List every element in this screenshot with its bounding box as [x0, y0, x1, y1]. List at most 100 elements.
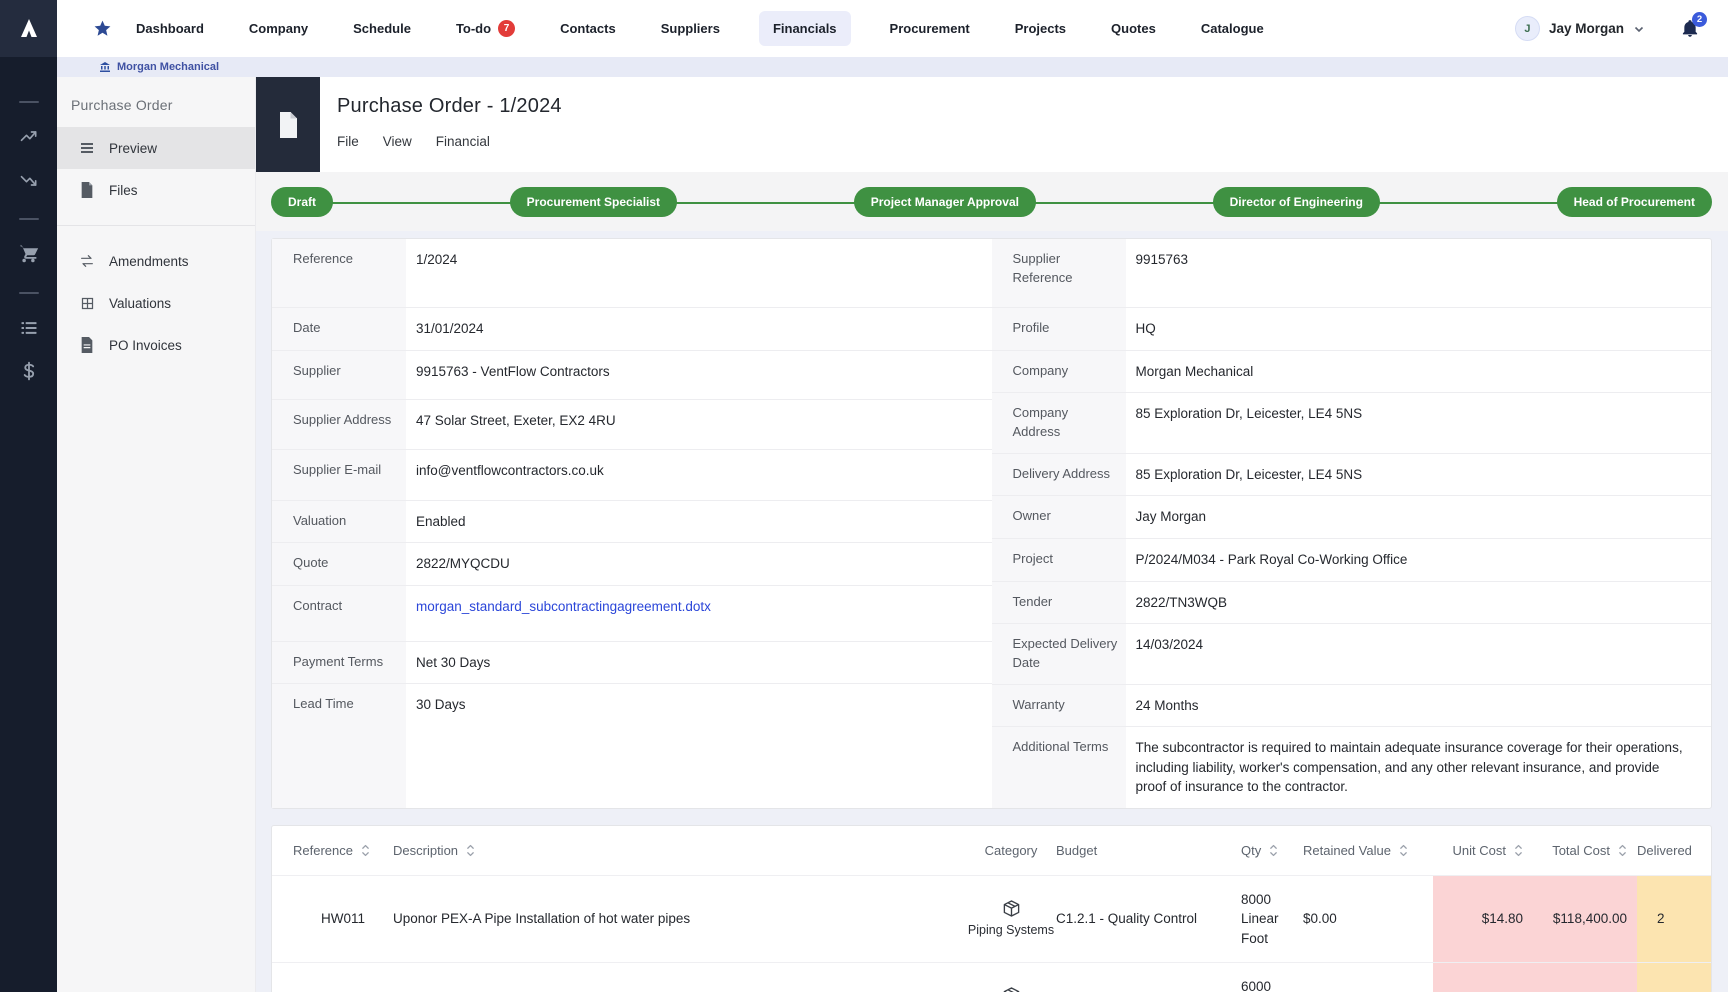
- workflow-stage-director-of-engineering[interactable]: Director of Engineering: [1213, 187, 1380, 217]
- cell-retained-value: $0.00: [1303, 876, 1433, 962]
- details-row-contract: Contractmorgan_standard_subcontractingag…: [272, 585, 992, 641]
- workflow-stage-procurement-specialist[interactable]: Procurement Specialist: [510, 187, 677, 217]
- workflow-stage-head-of-procurement[interactable]: Head of Procurement: [1557, 187, 1712, 217]
- cart-icon[interactable]: [0, 241, 57, 271]
- nav-item-label: Dashboard: [136, 21, 204, 36]
- details-value: 9915763 - VentFlow Contractors: [406, 351, 992, 399]
- column-header-label: Reference: [293, 843, 353, 858]
- details-value: 2822/TN3WQB: [1126, 582, 1712, 624]
- nav-item-procurement[interactable]: Procurement: [884, 11, 976, 46]
- nav-item-suppliers[interactable]: Suppliers: [655, 11, 726, 46]
- details-row-owner: OwnerJay Morgan: [992, 495, 1712, 538]
- column-header-reference[interactable]: Reference: [293, 826, 393, 875]
- nav-item-catalogue[interactable]: Catalogue: [1195, 11, 1270, 46]
- column-header-delivered[interactable]: Delivered: [1637, 826, 1712, 875]
- sidebar-item-po-invoices[interactable]: PO Invoices: [57, 324, 255, 366]
- page-title: Purchase Order - 1/2024: [337, 95, 562, 118]
- workflow-stage-draft[interactable]: Draft: [271, 187, 333, 217]
- menu-financial[interactable]: Financial: [436, 134, 490, 149]
- top-nav-bar: Dashboard Company Schedule To-do7 Contacts Su…: [57, 0, 1728, 57]
- details-label: Supplier Reference: [992, 239, 1126, 307]
- chart-down-icon[interactable]: [0, 167, 57, 197]
- nav-item-financials[interactable]: Financials: [759, 11, 851, 46]
- details-label: Tender: [992, 582, 1126, 624]
- qty-text: 6000 Linear Foot: [1241, 977, 1293, 992]
- chart-up-icon: [19, 127, 39, 152]
- chevron-down-icon[interactable]: [1633, 23, 1645, 35]
- nav-item-to-do[interactable]: To-do7: [450, 10, 521, 47]
- details-label: Additional Terms: [992, 727, 1126, 808]
- cell-qty: 6000 Linear Foot: [1241, 963, 1303, 992]
- column-header-total-cost[interactable]: Total Cost: [1533, 826, 1637, 875]
- table-row-cw012[interactable]: CW012Aquatherm Green Pipe Installation o…: [272, 962, 1712, 992]
- cell-description: Uponor PEX-A Pipe Installation of hot wa…: [393, 876, 966, 962]
- list-icon[interactable]: [0, 315, 57, 345]
- sidebar-item-label: Files: [109, 183, 138, 198]
- sidebar-item-preview[interactable]: Preview: [57, 127, 255, 169]
- user-name[interactable]: Jay Morgan: [1549, 21, 1624, 36]
- nav-item-contacts[interactable]: Contacts: [554, 11, 622, 46]
- sidebar-item-label: Preview: [109, 141, 157, 156]
- nav-item-dashboard[interactable]: Dashboard: [130, 11, 210, 46]
- breadcrumb-label: Morgan Mechanical: [117, 61, 219, 73]
- details-value: 14/03/2024: [1126, 624, 1712, 684]
- column-header-qty[interactable]: Qty: [1241, 826, 1303, 875]
- workflow-bar: Draft Procurement Specialist Project Manag…: [256, 172, 1728, 231]
- contract-file-link[interactable]: morgan_standard_subcontractingagreement.…: [406, 586, 992, 641]
- app-rail: [0, 0, 57, 992]
- details-label: Date: [272, 308, 406, 350]
- column-header-description[interactable]: Description: [393, 826, 966, 875]
- details-value: 31/01/2024: [406, 308, 992, 350]
- qty-text: 8000 Linear Foot: [1241, 890, 1293, 949]
- document-tile-icon: [256, 77, 320, 172]
- chart-up-icon[interactable]: [0, 124, 57, 154]
- details-label: Warranty: [992, 685, 1126, 727]
- nav-item-label: Financials: [773, 21, 837, 36]
- po-details-card: Reference1/2024Date31/01/2024Supplier991…: [271, 238, 1712, 809]
- details-row-delivery-address: Delivery Address85 Exploration Dr, Leice…: [992, 453, 1712, 496]
- details-value: 85 Exploration Dr, Leicester, LE4 5NS: [1126, 454, 1712, 496]
- workflow-stage-project-manager-approval[interactable]: Project Manager Approval: [854, 187, 1036, 217]
- main-panel: Purchase Order - 1/2024 File View Financia…: [256, 77, 1728, 992]
- nav-item-label: Schedule: [353, 21, 411, 36]
- menu-file[interactable]: File: [337, 134, 359, 149]
- nav-item-projects[interactable]: Projects: [1009, 11, 1072, 46]
- sidebar-item-files[interactable]: Files: [57, 169, 255, 211]
- details-value: The subcontractor is required to maintai…: [1126, 727, 1712, 808]
- column-header-unit-cost[interactable]: Unit Cost: [1433, 826, 1533, 875]
- column-header-category[interactable]: Category: [966, 826, 1056, 875]
- details-value: 1/2024: [406, 239, 992, 307]
- column-header-retained-value[interactable]: Retained Value: [1303, 826, 1433, 875]
- sidebar-item-amendments[interactable]: Amendments: [57, 240, 255, 282]
- nav-item-company[interactable]: Company: [243, 11, 314, 46]
- details-value: Jay Morgan: [1126, 496, 1712, 538]
- sidebar-item-label: Amendments: [109, 254, 189, 269]
- nav-item-schedule[interactable]: Schedule: [347, 11, 417, 46]
- sidebar-item-valuations[interactable]: Valuations: [57, 282, 255, 324]
- details-value: P/2024/M034 - Park Royal Co-Working Offi…: [1126, 539, 1712, 581]
- cell-reference: HW011: [293, 876, 393, 962]
- nav-item-label: Catalogue: [1201, 21, 1264, 36]
- app-logo[interactable]: [0, 0, 57, 57]
- notifications-bell-icon[interactable]: 2: [1680, 18, 1700, 39]
- breadcrumb[interactable]: Morgan Mechanical: [57, 57, 1728, 77]
- column-header-label: Delivered: [1637, 843, 1692, 858]
- favorites-star-icon[interactable]: [93, 19, 112, 38]
- nav-item-label: Procurement: [890, 21, 970, 36]
- avatar[interactable]: J: [1515, 16, 1540, 41]
- column-header-budget[interactable]: Budget: [1056, 826, 1241, 875]
- document-lines-icon: [79, 337, 95, 353]
- details-value: Morgan Mechanical: [1126, 351, 1712, 393]
- details-label: Delivery Address: [992, 454, 1126, 496]
- menu-view[interactable]: View: [383, 134, 412, 149]
- nav-item-label: Suppliers: [661, 21, 720, 36]
- details-label: Supplier: [272, 351, 406, 399]
- app-root: Dashboard Company Schedule To-do7 Contacts Su…: [0, 0, 1728, 992]
- cell-delivered: 2: [1637, 876, 1712, 962]
- grid-table-icon: [79, 296, 95, 311]
- nav-item-quotes[interactable]: Quotes: [1105, 11, 1162, 46]
- table-row-hw011[interactable]: HW011Uponor PEX-A Pipe Installation of h…: [272, 875, 1712, 962]
- details-row-quote: Quote2822/MYQCDU: [272, 542, 992, 585]
- dollar-icon[interactable]: [0, 358, 57, 388]
- cell-reference: CW012: [293, 963, 393, 992]
